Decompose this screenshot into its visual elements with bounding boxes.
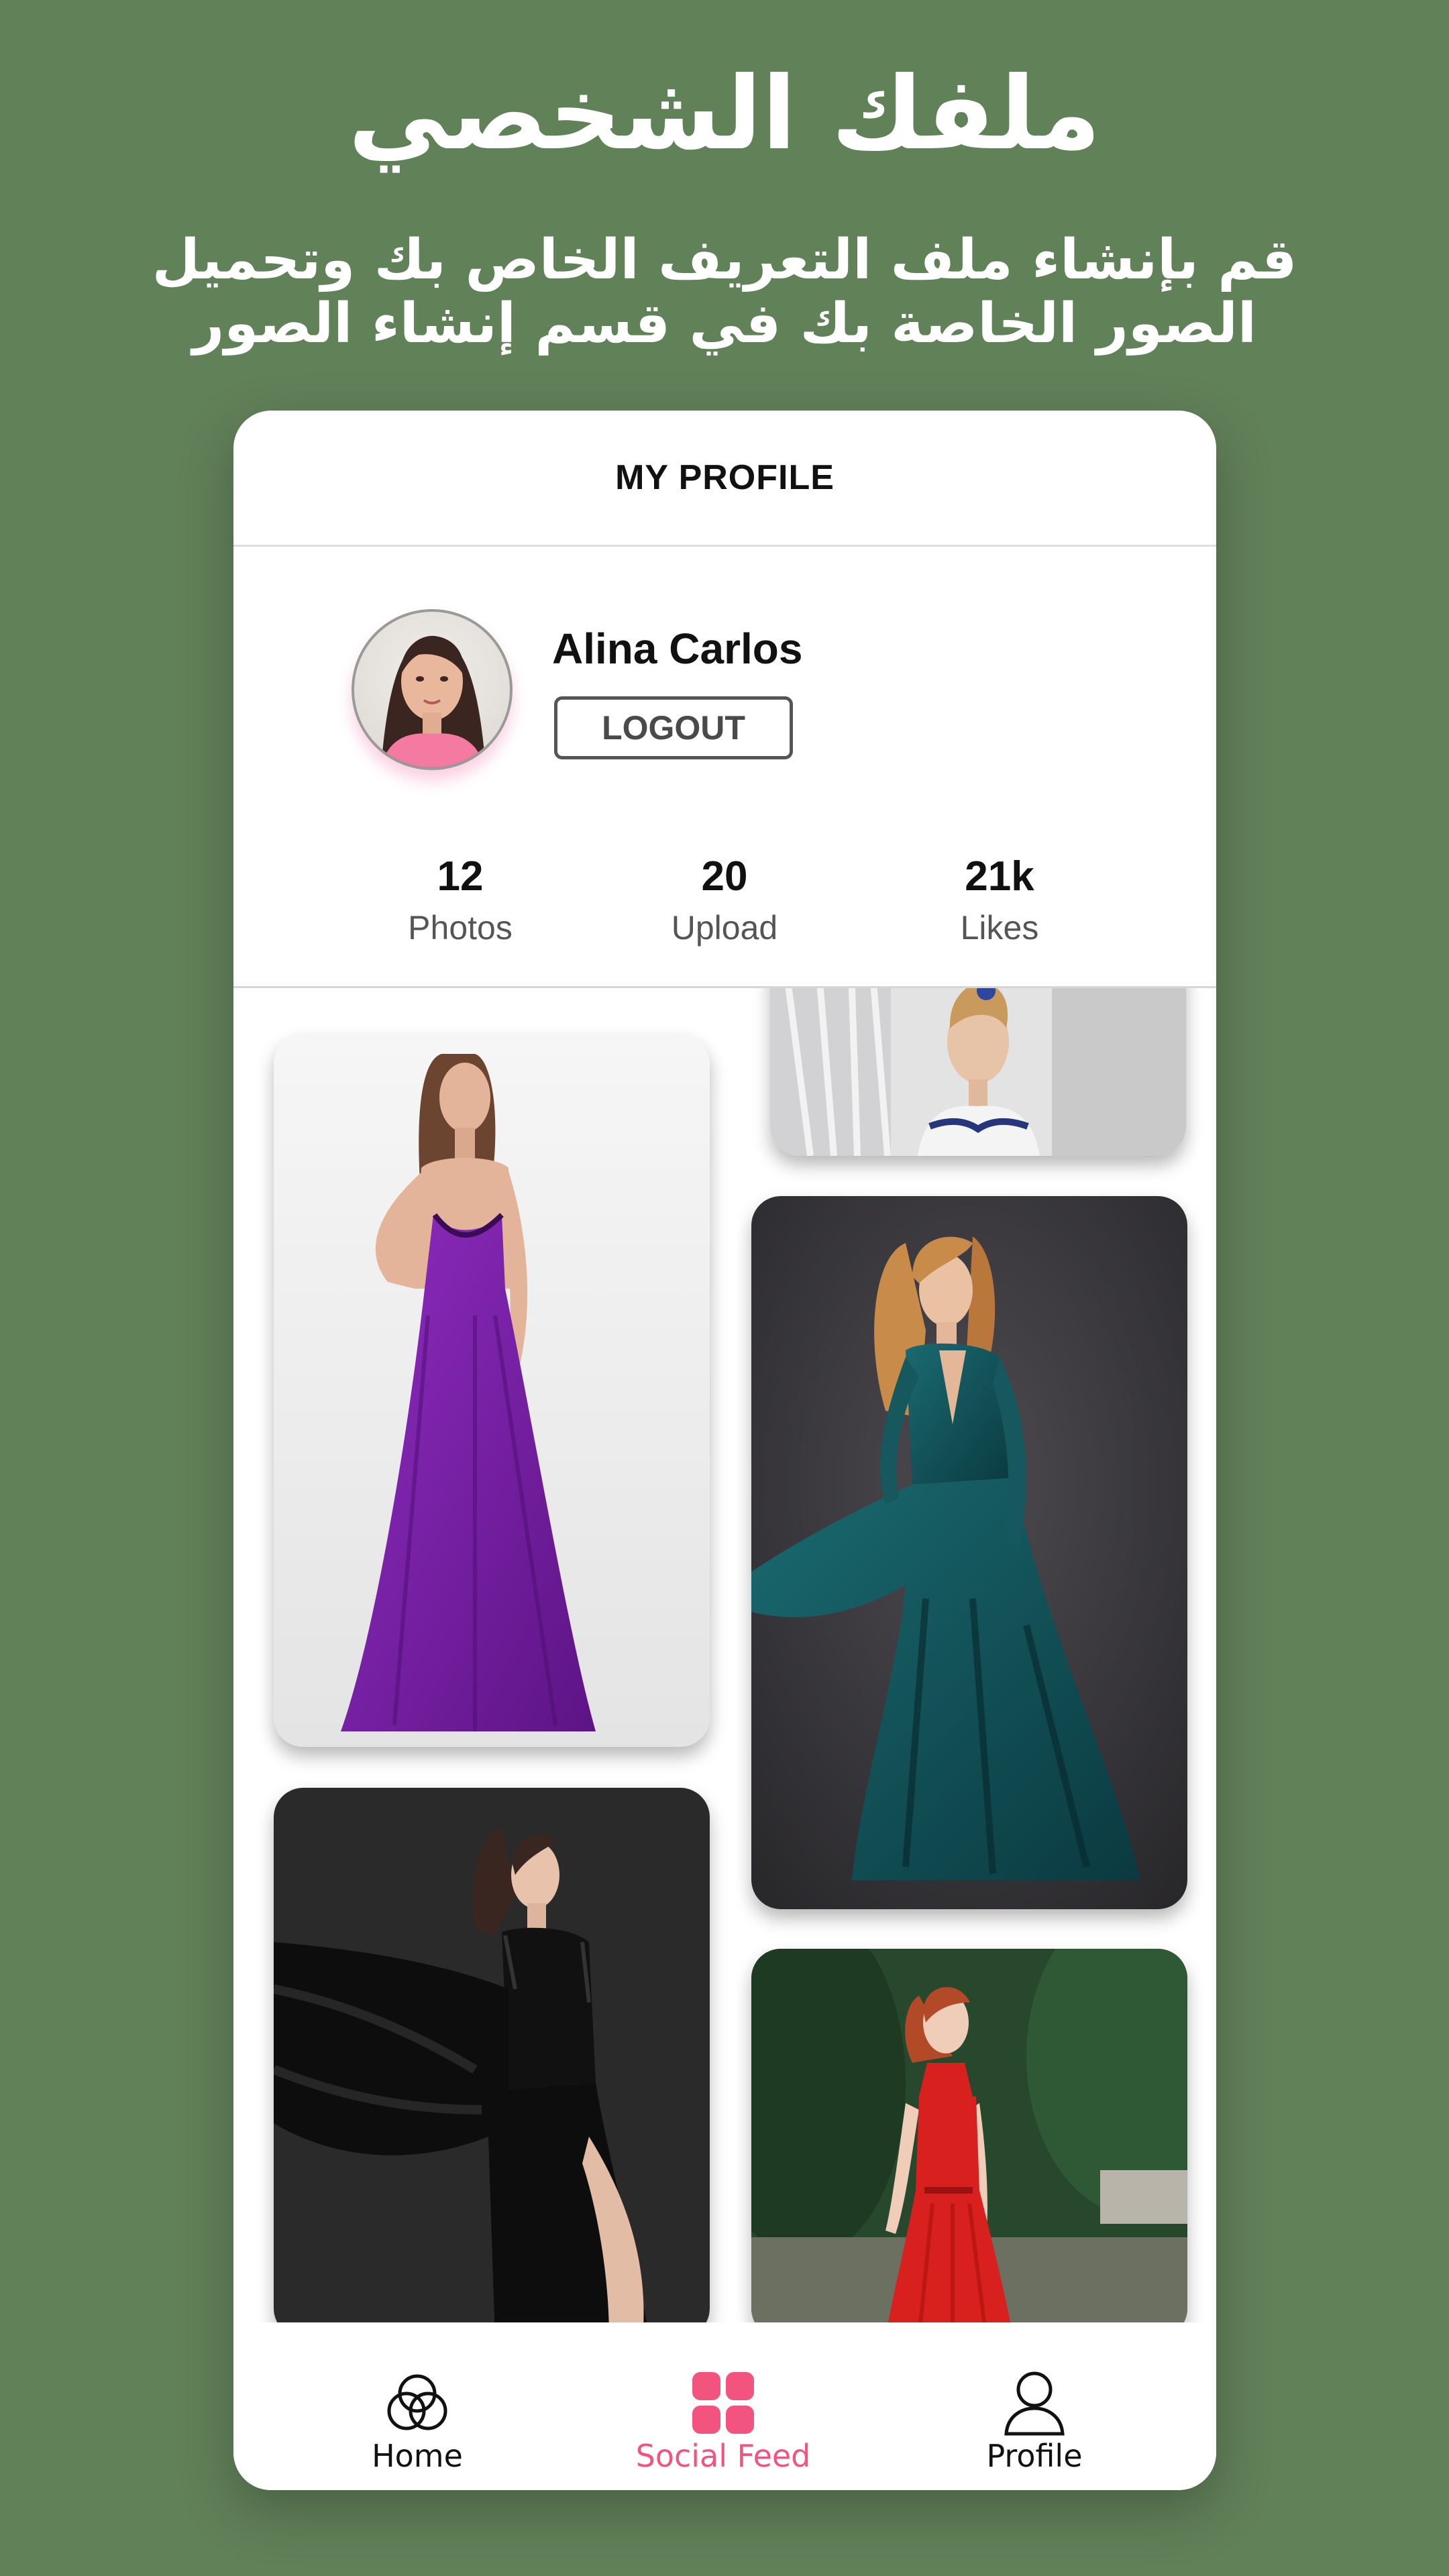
stat-value: 12 xyxy=(437,853,484,900)
tab-home[interactable]: Home xyxy=(283,2322,551,2490)
promo-subtitle: قم بإنشاء ملف التعريف الخاص بك وتحميل ال… xyxy=(152,228,1297,356)
profile-name: Alina Carlos xyxy=(552,625,803,673)
photo-gallery[interactable] xyxy=(233,988,1216,2322)
promo-title: ملفك الشخصي xyxy=(348,56,1101,172)
tab-label: Profile xyxy=(986,2438,1083,2474)
tab-label: Social Feed xyxy=(635,2438,811,2474)
stat-upload[interactable]: 20 Upload xyxy=(617,853,832,951)
tab-profile[interactable]: Profile xyxy=(900,2322,1169,2490)
stat-label: Photos xyxy=(408,909,513,947)
gallery-photo-white-gown[interactable] xyxy=(770,988,1186,1156)
bottom-tab-bar: Home Social Feed Profile xyxy=(233,2322,1216,2490)
page-title: MY PROFILE xyxy=(615,458,835,497)
stat-value: 21k xyxy=(965,853,1034,900)
header-bar: MY PROFILE xyxy=(233,411,1216,547)
tab-social-feed[interactable]: Social Feed xyxy=(589,2322,857,2490)
avatar[interactable] xyxy=(352,609,513,770)
gallery-photo-black-gown[interactable] xyxy=(274,1788,710,2322)
avatar-portrait-icon xyxy=(381,635,486,767)
gallery-photo-purple-dress[interactable] xyxy=(274,1034,710,1747)
tab-label: Home xyxy=(372,2438,463,2474)
stat-label: Upload xyxy=(671,909,778,947)
gallery-photo-red-dress[interactable] xyxy=(751,1949,1187,2322)
grid-icon xyxy=(692,2372,754,2434)
person-icon xyxy=(1004,2371,1065,2436)
home-circles-icon xyxy=(387,2374,447,2430)
logout-button[interactable]: LOGOUT xyxy=(554,696,793,759)
stat-value: 20 xyxy=(701,853,748,900)
stat-label: Likes xyxy=(960,909,1039,947)
stat-likes[interactable]: 21k Likes xyxy=(892,853,1107,951)
phone-screen: MY PROFILE Alina Carlos LOGOUT 12 Photos… xyxy=(233,411,1216,2490)
stat-photos[interactable]: 12 Photos xyxy=(353,853,568,951)
gallery-photo-teal-gown[interactable] xyxy=(751,1196,1187,1909)
